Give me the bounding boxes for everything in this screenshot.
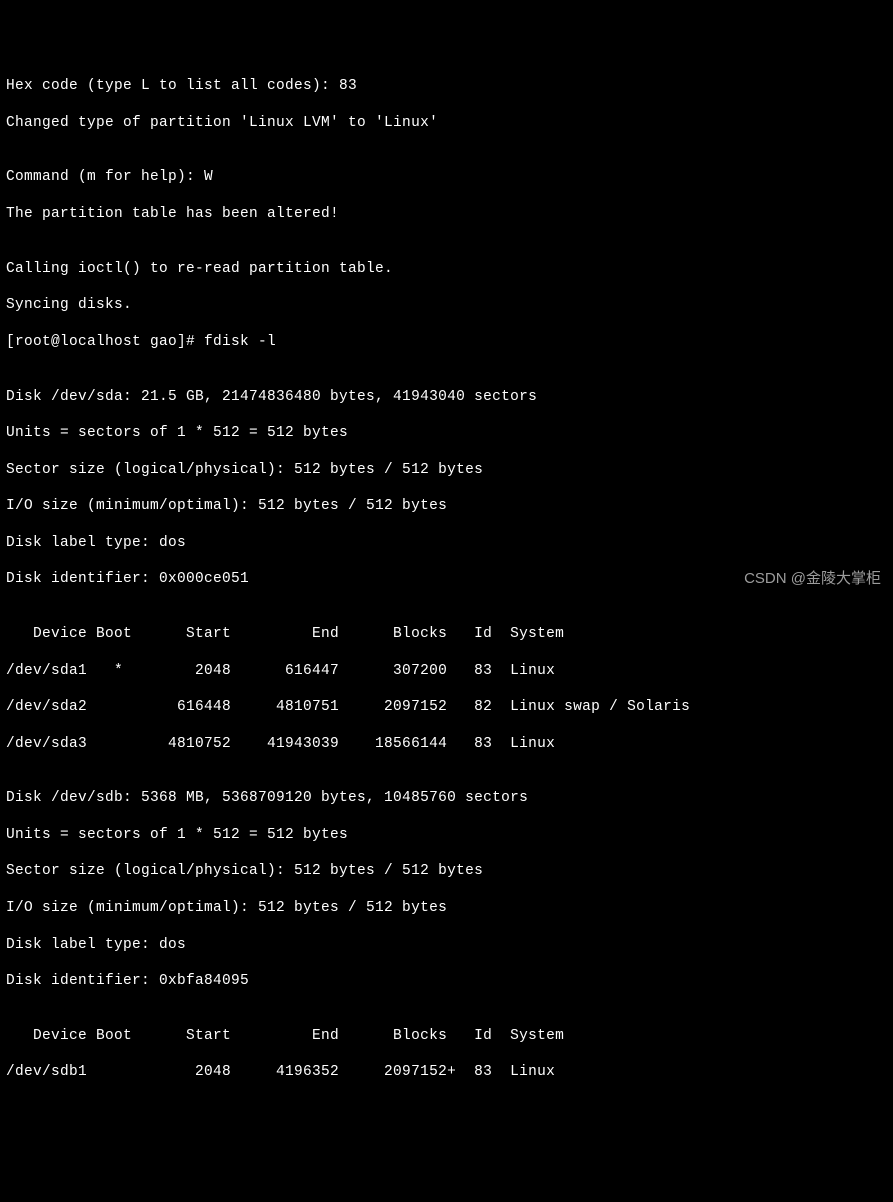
terminal-line: Changed type of partition 'Linux LVM' to… bbox=[6, 114, 887, 132]
partition-row: /dev/sda3 4810752 41943039 18566144 83 L… bbox=[6, 735, 887, 753]
partition-row: /dev/sda1 * 2048 616447 307200 83 Linux bbox=[6, 662, 887, 680]
terminal-line: Syncing disks. bbox=[6, 296, 887, 314]
terminal-line: Units = sectors of 1 * 512 = 512 bytes bbox=[6, 826, 887, 844]
terminal-line: Hex code (type L to list all codes): 83 bbox=[6, 77, 887, 95]
partition-row: /dev/sda2 616448 4810751 2097152 82 Linu… bbox=[6, 698, 887, 716]
partition-row: /dev/sdb1 2048 4196352 2097152+ 83 Linux bbox=[6, 1063, 887, 1081]
terminal-prompt-line[interactable]: [root@localhost gao]# fdisk -l bbox=[6, 333, 887, 351]
terminal-line: Disk /dev/sda: 21.5 GB, 21474836480 byte… bbox=[6, 388, 887, 406]
partition-table-header: Device Boot Start End Blocks Id System bbox=[6, 1027, 887, 1045]
terminal-line: Command (m for help): W bbox=[6, 168, 887, 186]
watermark-text: CSDN @金陵大掌柜 bbox=[744, 570, 881, 589]
terminal-line: I/O size (minimum/optimal): 512 bytes / … bbox=[6, 497, 887, 515]
terminal-line: Sector size (logical/physical): 512 byte… bbox=[6, 461, 887, 479]
partition-table-header: Device Boot Start End Blocks Id System bbox=[6, 625, 887, 643]
terminal-line: Disk label type: dos bbox=[6, 936, 887, 954]
terminal-line: Sector size (logical/physical): 512 byte… bbox=[6, 862, 887, 880]
terminal-line: Disk label type: dos bbox=[6, 534, 887, 552]
terminal-line: Units = sectors of 1 * 512 = 512 bytes bbox=[6, 424, 887, 442]
terminal-line: I/O size (minimum/optimal): 512 bytes / … bbox=[6, 899, 887, 917]
terminal-line: Disk /dev/sdb: 5368 MB, 5368709120 bytes… bbox=[6, 789, 887, 807]
terminal-line: Calling ioctl() to re-read partition tab… bbox=[6, 260, 887, 278]
terminal-line: The partition table has been altered! bbox=[6, 205, 887, 223]
terminal-line: Disk identifier: 0xbfa84095 bbox=[6, 972, 887, 990]
